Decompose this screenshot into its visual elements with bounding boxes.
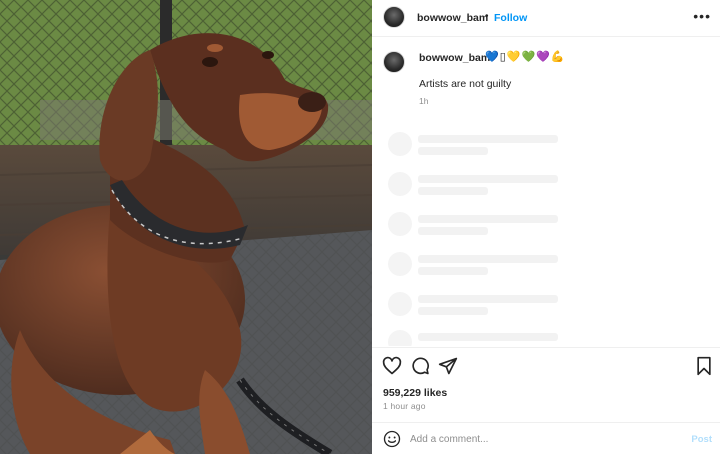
comment-skeleton: [388, 330, 588, 346]
post-comment-button[interactable]: Post: [691, 434, 712, 445]
comment-skeleton: [388, 292, 588, 316]
comment-bar: Post: [372, 423, 720, 454]
flexed-biceps-emoji: 💪: [550, 50, 565, 63]
follow-button[interactable]: Follow: [494, 12, 527, 24]
smiley-icon[interactable]: [383, 430, 401, 448]
post-header: bowwow_bam • Follow •••: [372, 0, 720, 36]
header-divider: [372, 36, 720, 37]
caption-text: Artists are not guilty: [419, 78, 512, 90]
placeholder-glyph: ▯: [499, 50, 506, 63]
likes-count[interactable]: 959,229 likes: [383, 387, 447, 399]
caption-time[interactable]: 1h: [419, 96, 428, 106]
post-timestamp[interactable]: 1 hour ago: [383, 401, 426, 411]
share-icon[interactable]: [438, 356, 458, 376]
post-side-panel: bowwow_bam • Follow ••• bowwow_bam 💙▯💛💚💜…: [372, 0, 720, 454]
header-separator: •: [485, 11, 489, 22]
comment-skeleton: [388, 132, 588, 156]
comment-icon[interactable]: [410, 356, 430, 376]
blue-heart-emoji: 💙: [485, 50, 499, 63]
comment-skeleton: [388, 252, 588, 276]
caption-username[interactable]: bowwow_bam: [419, 52, 490, 64]
heart-icon[interactable]: [382, 356, 402, 376]
actions-divider: [372, 347, 720, 348]
caption-avatar[interactable]: [383, 51, 405, 73]
bookmark-icon[interactable]: [694, 356, 714, 376]
comment-skeleton: [388, 212, 588, 236]
more-horizontal-icon[interactable]: •••: [693, 8, 711, 24]
yellow-heart-emoji: 💛: [506, 50, 521, 63]
comment-input[interactable]: [410, 431, 680, 447]
dog-photo-illustration: [0, 0, 372, 454]
post-actions: [372, 354, 720, 378]
post-photo[interactable]: [0, 0, 372, 454]
author-username[interactable]: bowwow_bam: [417, 12, 488, 24]
purple-heart-emoji: 💜: [536, 50, 550, 63]
green-heart-emoji: 💚: [521, 50, 536, 63]
author-avatar[interactable]: [383, 6, 405, 28]
comment-skeleton: [388, 172, 588, 196]
caption-emojis: 💙▯💛💚💜💪: [485, 50, 566, 63]
